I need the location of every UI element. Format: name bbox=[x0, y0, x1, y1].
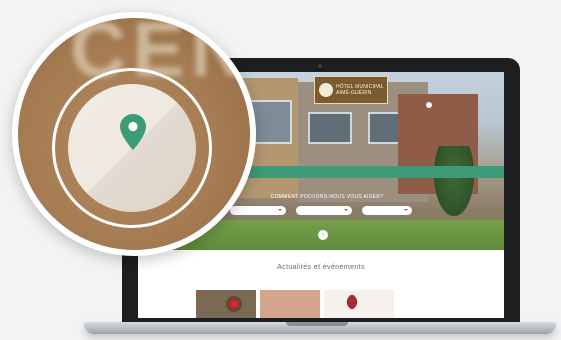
news-section: Actualités et événements bbox=[138, 250, 504, 318]
help-select-3[interactable] bbox=[362, 206, 412, 215]
help-select-1[interactable] bbox=[230, 206, 286, 215]
news-card[interactable] bbox=[260, 290, 320, 318]
camera-icon bbox=[318, 64, 322, 68]
magnifier-zoom-view: CEN bbox=[18, 18, 250, 250]
hero-tree bbox=[434, 146, 474, 216]
news-card[interactable] bbox=[324, 290, 394, 318]
help-search-button[interactable]: › bbox=[318, 230, 328, 240]
magnifier-circle: CEN bbox=[12, 12, 256, 256]
logo-mark-icon bbox=[319, 83, 333, 97]
hero-window bbox=[308, 112, 352, 144]
help-title: Comment pouvons-nous vous aider? bbox=[270, 194, 384, 200]
help-select-2[interactable] bbox=[296, 206, 352, 215]
laptop-notch bbox=[286, 322, 348, 326]
news-card[interactable] bbox=[196, 290, 256, 318]
site-logo-text: Hôtel municipal Aimé-Guérin bbox=[336, 84, 384, 96]
site-logo[interactable]: Hôtel municipal Aimé-Guérin bbox=[314, 76, 388, 104]
news-title: Actualités et événements bbox=[277, 264, 365, 271]
news-card-tag bbox=[198, 292, 202, 294]
map-pin-icon bbox=[120, 114, 146, 150]
alert-icon bbox=[426, 102, 432, 108]
